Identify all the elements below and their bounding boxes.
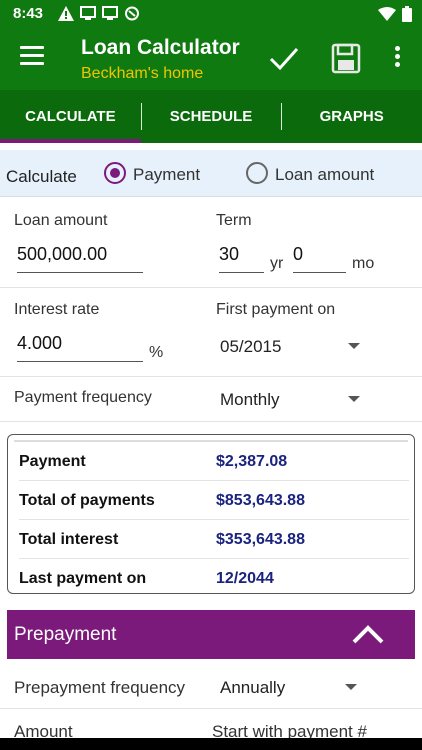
chevron-up-icon[interactable]: [351, 622, 385, 646]
result-label: Total interest: [19, 531, 119, 548]
term-months-unit: mo: [352, 255, 375, 272]
result-label: Payment: [19, 453, 86, 470]
check-icon[interactable]: [268, 42, 300, 74]
result-label: Last payment on: [19, 570, 147, 587]
tab-calculate[interactable]: CALCULATE: [0, 90, 141, 143]
payment-frequency-value: Monthly: [220, 390, 280, 409]
result-label: Total of payments: [19, 492, 155, 509]
loan-amount-radio[interactable]: [246, 162, 268, 184]
result-value: $353,643.88: [216, 531, 305, 548]
payment-radio-label[interactable]: Payment: [133, 165, 200, 185]
menu-icon-bar: [20, 46, 44, 49]
save-icon[interactable]: [331, 42, 361, 74]
prepayment-title: Prepayment: [14, 624, 117, 645]
term-months-input[interactable]: 0: [293, 244, 346, 273]
battery-icon: [402, 6, 412, 22]
payment-radio[interactable]: [104, 162, 126, 184]
loan-amount-input[interactable]: 500,000.00: [17, 244, 143, 273]
term-years-input[interactable]: 30: [219, 244, 264, 273]
divider: [0, 708, 422, 709]
first-payment-value: 05/2015: [220, 337, 282, 356]
status-system-icons: [378, 6, 412, 22]
calculate-mode-row: Calculate Payment Loan amount: [0, 150, 422, 197]
menu-button[interactable]: [20, 46, 44, 70]
more-vert-icon[interactable]: [391, 46, 403, 72]
result-row-last-payment: Last payment on 12/2044: [19, 560, 409, 598]
tab-schedule[interactable]: SCHEDULE: [140, 90, 282, 143]
interest-rate-unit: %: [149, 344, 164, 361]
result-row-payment: Payment $2,387.08: [19, 443, 409, 481]
status-time: 8:43: [13, 5, 44, 22]
loan-amount-label: Loan amount: [14, 212, 108, 229]
more-dot: [394, 54, 400, 59]
sync-icon: [125, 6, 139, 21]
term-years-unit: yr: [270, 255, 284, 272]
prepayment-frequency-value: Annually: [220, 678, 286, 697]
prepayment-header[interactable]: Prepayment: [7, 610, 415, 659]
status-bar: 8:43: [0, 0, 422, 28]
more-dot: [394, 46, 400, 51]
status-notification-icons: [58, 6, 140, 21]
term-label: Term: [216, 212, 252, 229]
divider: [0, 376, 422, 377]
screen-icon: [80, 6, 96, 20]
system-nav-bar: [0, 738, 422, 750]
tab-graphs[interactable]: GRAPHS: [281, 90, 422, 143]
app-title: Loan Calculator: [81, 36, 240, 59]
app-bar: Loan Calculator Beckham's home: [0, 28, 422, 90]
dropdown-caret-icon: [348, 396, 360, 402]
prepayment-frequency-label: Prepayment frequency: [14, 678, 186, 697]
menu-icon-bar: [20, 54, 44, 57]
first-payment-label: First payment on: [216, 301, 336, 318]
result-value: 12/2044: [216, 570, 274, 587]
result-value: $853,643.88: [216, 492, 305, 509]
results-card: Payment $2,387.08 Total of payments $853…: [7, 434, 415, 594]
result-row-total-interest: Total interest $353,643.88: [19, 521, 409, 559]
wifi-icon: [378, 7, 396, 21]
result-value: $2,387.08: [216, 453, 288, 470]
radio-selected-dot: [110, 168, 120, 178]
loan-amount-radio-label[interactable]: Loan amount: [275, 165, 374, 185]
more-dot: [394, 62, 400, 67]
divider: [0, 287, 422, 288]
tab-bar: CALCULATE SCHEDULE GRAPHS: [0, 90, 422, 143]
screen-icon-2: [102, 6, 118, 20]
calculate-label: Calculate: [6, 167, 77, 186]
dropdown-caret-icon: [345, 684, 357, 690]
divider: [0, 421, 422, 422]
menu-icon-bar: [20, 62, 44, 65]
warning-icon: [58, 6, 74, 21]
result-row-total-payments: Total of payments $853,643.88: [19, 482, 409, 520]
results-top-line: [14, 440, 408, 442]
interest-rate-label: Interest rate: [14, 301, 100, 318]
dropdown-caret-icon: [348, 343, 360, 349]
interest-rate-input[interactable]: 4.000: [17, 333, 143, 362]
app-subtitle: Beckham's home: [81, 65, 204, 82]
payment-frequency-label: Payment frequency: [14, 389, 152, 406]
